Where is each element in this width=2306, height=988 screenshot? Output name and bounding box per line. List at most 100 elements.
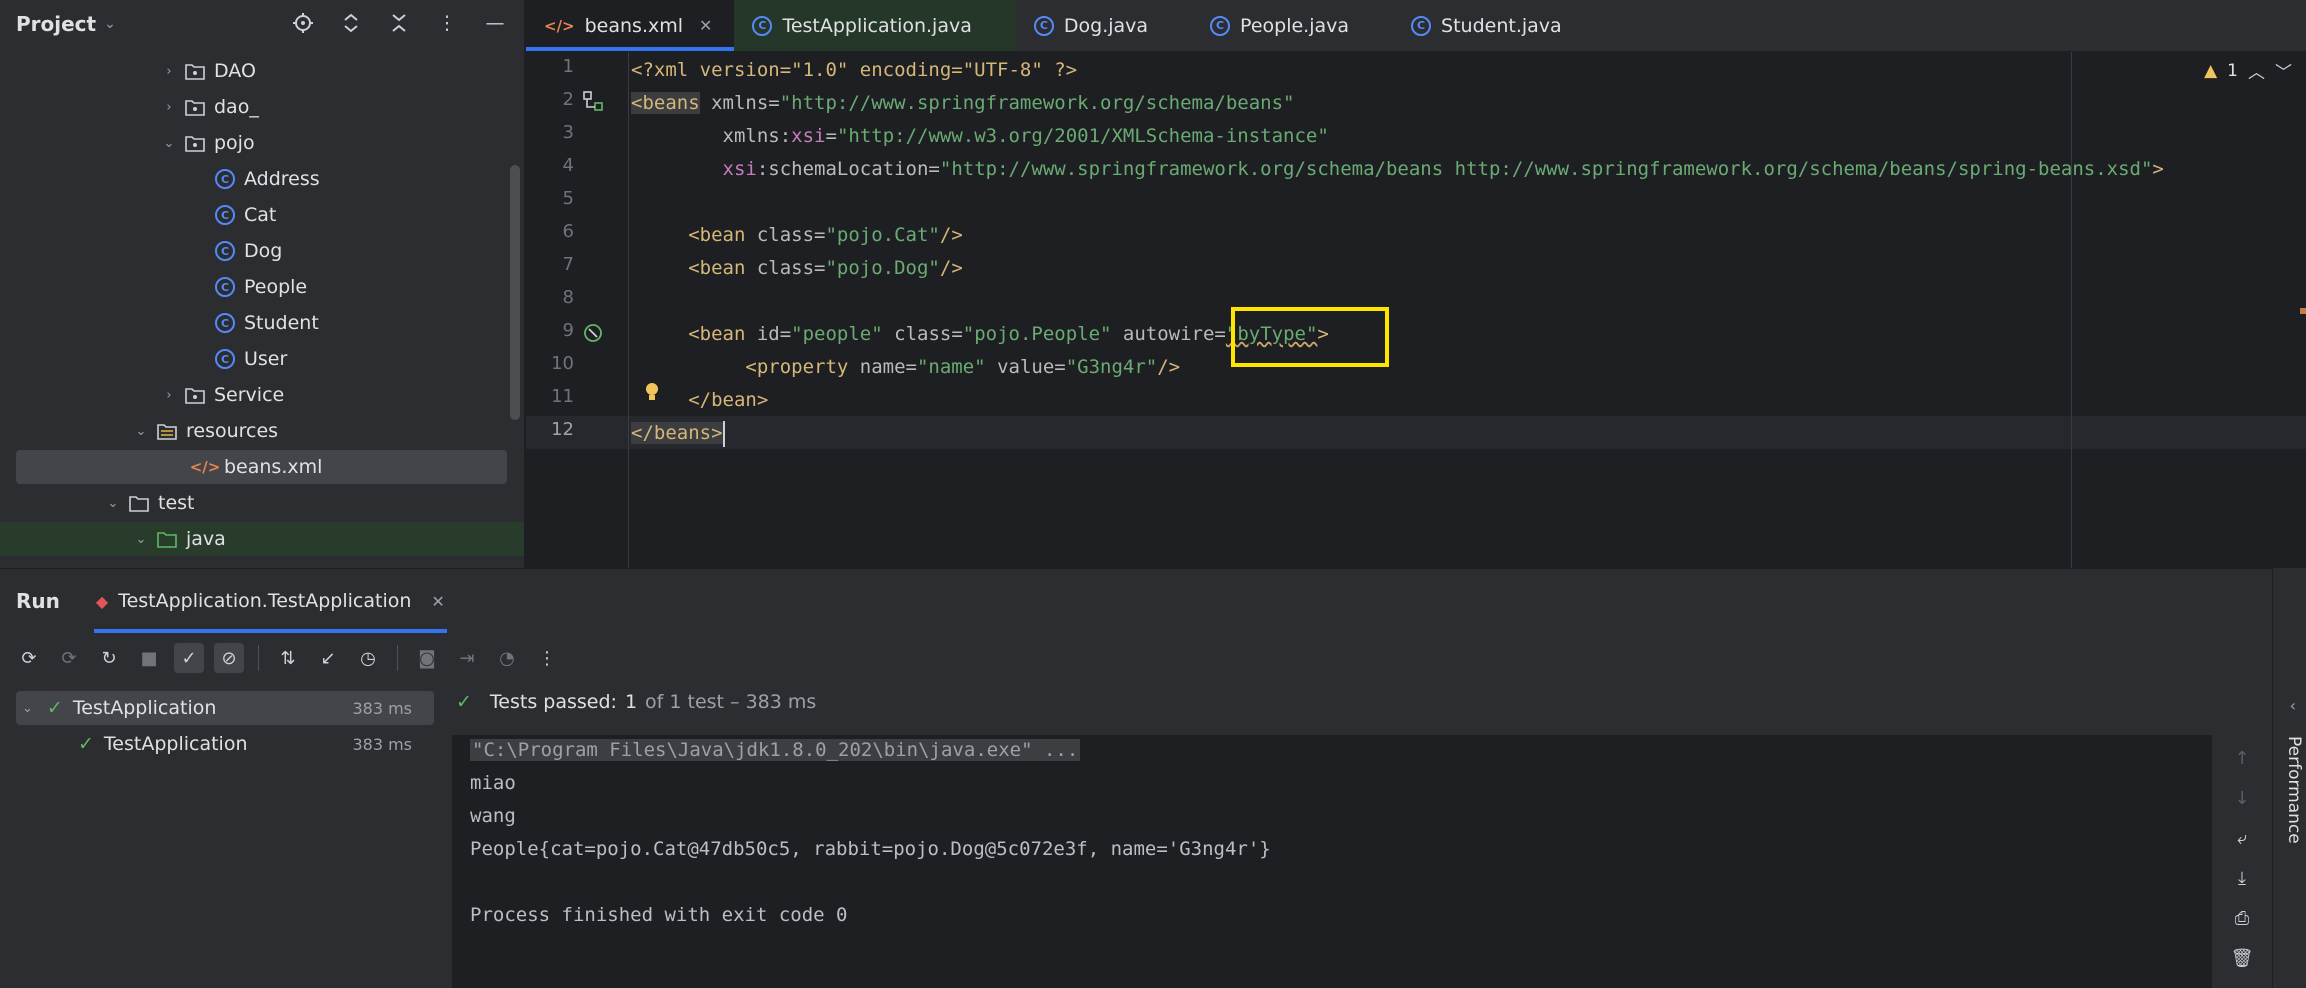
class-icon: C (214, 168, 236, 190)
attr-name: name= (848, 356, 917, 378)
line-number: 2 (562, 89, 574, 110)
scroll-to-end-icon[interactable]: ⤓ (2228, 865, 2256, 891)
test-case-row[interactable]: ✓ TestApplication 383 ms (78, 727, 434, 761)
tab-beans-xml[interactable]: </> beans.xml ✕ (526, 0, 735, 51)
sort-by-duration-icon[interactable]: ◷ (353, 643, 383, 673)
autowire-gutter-icon[interactable] (582, 322, 604, 349)
tree-item-service[interactable]: › Service (0, 378, 510, 412)
test-results-tree: ⌄ ✓ TestApplication 383 ms ✓ TestApplica… (0, 685, 450, 988)
chevron-left-icon[interactable]: ‹ (2290, 696, 2296, 715)
show-ignored-icon[interactable]: ⊘ (214, 643, 244, 673)
current-line-highlight (526, 416, 2306, 449)
inspection-widget[interactable]: ▲ 1 ︿ ﹀ (2204, 58, 2292, 84)
tree-item-user[interactable]: C User (0, 342, 510, 376)
code-line-4[interactable]: xsi:schemaLocation="http://www.springfra… (631, 153, 2164, 186)
bean-gutter-icon[interactable] (582, 90, 604, 117)
tree-item-test[interactable]: ⌄ test (0, 486, 510, 520)
code-line-2[interactable]: <beans xmlns="http://www.springframework… (631, 87, 1294, 120)
code-line-7[interactable]: <bean class="pojo.Dog"/> (631, 252, 963, 285)
project-scrollbar[interactable] (510, 165, 520, 420)
soft-wrap-icon[interactable]: ⤶ (2228, 825, 2256, 851)
class-icon: C (1210, 15, 1231, 36)
tree-item-resources[interactable]: ⌄ resources (0, 414, 510, 448)
tab-dog-java[interactable]: C Dog.java (1016, 0, 1192, 51)
options-icon[interactable]: ⋮ (432, 8, 462, 38)
locate-icon[interactable] (288, 8, 318, 38)
arrow-up-icon[interactable]: ↑ (2228, 745, 2256, 771)
sort-alphabetically-icon[interactable]: ⇅ (273, 643, 303, 673)
run-pane: Run ◆ TestApplication.TestApplication ✕ … (0, 568, 2306, 988)
editor-tabs: </> beans.xml ✕ C TestApplication.java C… (526, 0, 2306, 52)
xml-file-icon: </> (544, 16, 575, 35)
code-line-6[interactable]: <bean class="pojo.Cat"/> (631, 219, 963, 252)
tree-item-pojo[interactable]: ⌄ pojo (0, 126, 510, 160)
tree-item-beans-xml[interactable]: </> beans.xml (16, 450, 507, 484)
console-output[interactable]: "C:\Program Files\Java\jdk1.8.0_202\bin\… (452, 735, 2212, 988)
tab-label: People.java (1240, 14, 1350, 37)
chevron-right-icon[interactable]: › (160, 100, 178, 115)
tag-end: /> (939, 224, 963, 246)
class-icon: C (214, 312, 236, 334)
tree-item-java[interactable]: ⌄ java (0, 522, 524, 556)
expand-all-icon[interactable] (336, 8, 366, 38)
coverage-icon[interactable]: ◔ (492, 643, 522, 673)
attr-value: "pojo.People" (962, 323, 1112, 345)
camera-icon[interactable]: ◙ (412, 643, 442, 673)
arrow-down-icon[interactable]: ↓ (2228, 785, 2256, 811)
tab-student-java[interactable]: C Student.java (1393, 0, 1584, 51)
tree-item-people[interactable]: C People (0, 270, 510, 304)
rerun-icon[interactable]: ⟳ (14, 643, 44, 673)
toggle-auto-test-icon[interactable]: ↻ (94, 643, 124, 673)
run-tab-label: TestApplication.TestApplication (118, 590, 412, 612)
test-suite-row[interactable]: ⌄ ✓ TestApplication 383 ms (16, 691, 434, 725)
chevron-down-icon[interactable]: ﹀ (2275, 58, 2292, 83)
code-line-3[interactable]: xmlns:xsi="http://www.w3.org/2001/XMLSch… (631, 120, 1329, 153)
attr-name: autowire= (1111, 323, 1226, 345)
project-title[interactable]: Project (16, 12, 96, 36)
stop-icon[interactable]: ■ (134, 643, 164, 673)
tree-item-cat[interactable]: C Cat (0, 198, 510, 232)
hide-icon[interactable]: — (480, 8, 510, 38)
chevron-down-icon[interactable]: ⌄ (22, 701, 33, 716)
chevron-right-icon[interactable]: › (160, 64, 178, 79)
show-passed-icon[interactable]: ✓ (174, 643, 204, 673)
tree-item-student[interactable]: C Student (0, 306, 510, 340)
print-icon[interactable]: ⎙ (2228, 905, 2256, 931)
code-line-11[interactable]: </bean> (631, 384, 768, 417)
warning-stripe-marker[interactable] (2300, 308, 2306, 314)
tree-item-dao_[interactable]: › dao_ (0, 90, 510, 124)
tab-testapplication-java[interactable]: C TestApplication.java (734, 0, 1016, 51)
chevron-down-icon[interactable]: ⌄ (104, 496, 122, 511)
tree-item-address[interactable]: C Address (0, 162, 510, 196)
collapse-icon[interactable]: ↙ (313, 643, 343, 673)
tree-item-label: Address (244, 168, 320, 190)
chevron-up-icon[interactable]: ︿ (2248, 58, 2265, 83)
code-line-12[interactable]: </beans> (631, 417, 725, 450)
close-icon[interactable]: ✕ (699, 16, 712, 35)
more-icon[interactable]: ⋮ (532, 643, 562, 673)
collapse-all-icon[interactable] (384, 8, 414, 38)
performance-tool-button[interactable]: Performance (2284, 736, 2304, 844)
code-line-9[interactable]: <bean id="people" class="pojo.People" au… (631, 318, 1329, 351)
line-number: 10 (551, 353, 574, 374)
import-tests-icon[interactable]: ⇥ (452, 643, 482, 673)
tree-item-dog[interactable]: C Dog (0, 234, 510, 268)
tab-people-java[interactable]: C People.java (1192, 0, 1393, 51)
attr-name: xmlns: (722, 125, 792, 147)
code-line-1[interactable]: <?xml version="1.0" encoding="UTF-8" ?> (631, 54, 1077, 87)
test-label: TestApplication (72, 697, 217, 719)
chevron-right-icon[interactable]: › (160, 388, 178, 403)
code-line-10[interactable]: <property name="name" value="G3ng4r"/> (631, 351, 1180, 384)
rerun-failed-icon[interactable]: ⟳ (54, 643, 84, 673)
trash-icon[interactable]: 🗑 (2228, 945, 2256, 971)
chevron-down-icon[interactable]: ⌄ (104, 16, 116, 32)
close-icon[interactable]: ✕ (431, 592, 444, 611)
tree-item-dao[interactable]: › DAO (0, 54, 510, 88)
class-icon: C (214, 204, 236, 226)
chevron-down-icon[interactable]: ⌄ (132, 532, 150, 547)
folder-icon (128, 492, 150, 514)
chevron-down-icon[interactable]: ⌄ (132, 424, 150, 439)
bean-close-tag: </bean> (688, 389, 769, 411)
chevron-down-icon[interactable]: ⌄ (160, 136, 178, 151)
run-config-tab[interactable]: ◆ TestApplication.TestApplication ✕ (93, 569, 447, 633)
